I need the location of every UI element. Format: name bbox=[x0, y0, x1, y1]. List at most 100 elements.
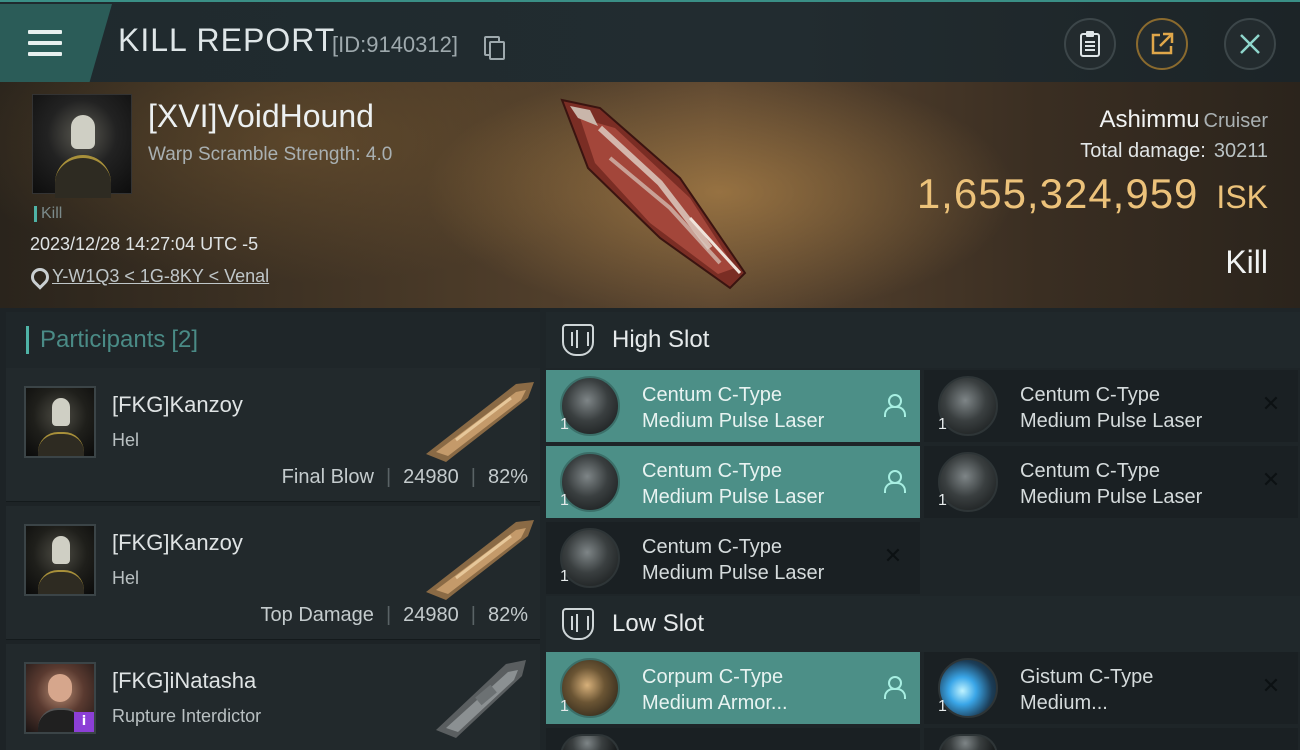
module-name-line1: Corpum C-Type bbox=[642, 666, 784, 688]
header-bar: KILL REPORT [ID:9140312] bbox=[0, 0, 1300, 82]
ship-name: Ashimmu bbox=[1099, 106, 1200, 133]
participant-label: Top Damage bbox=[260, 604, 374, 626]
module-name-line2: Medium Pulse Laser bbox=[1020, 486, 1203, 508]
close-icon bbox=[1240, 34, 1260, 54]
total-damage-label: Total damage: bbox=[1080, 140, 1206, 162]
share-icon bbox=[1151, 32, 1174, 55]
participant-ship-image bbox=[426, 382, 534, 462]
module-card-partial[interactable] bbox=[924, 728, 1298, 750]
module-name: Centum C-Type Medium Pulse Laser bbox=[642, 382, 824, 434]
low-slot-icon bbox=[562, 608, 594, 640]
pilot-icon bbox=[880, 674, 906, 700]
module-card[interactable]: 1 Centum C-Type Medium Pulse Laser bbox=[546, 370, 920, 442]
module-quantity: 1 bbox=[938, 416, 947, 433]
participant-ship: Rupture Interdictor bbox=[112, 706, 262, 726]
module-name-line2: Medium Armor... bbox=[642, 692, 788, 714]
module-name: Centum C-Type Medium Pulse Laser bbox=[642, 534, 824, 586]
armor-module-icon bbox=[560, 658, 620, 718]
module-quantity: 1 bbox=[560, 698, 569, 715]
pulse-laser-icon bbox=[560, 528, 620, 588]
kill-datetime: 2023/12/28 14:27:04 UTC -5 bbox=[30, 234, 259, 254]
participant-avatar[interactable] bbox=[24, 386, 96, 458]
victim-banner: [XVI]VoidHound Warp Scramble Strength: 4… bbox=[0, 82, 1300, 308]
shield-module-icon bbox=[938, 658, 998, 718]
destroyed-icon: ✕ bbox=[1261, 392, 1281, 417]
victim-ship-image[interactable] bbox=[540, 88, 760, 298]
participants-title: Participants bbox=[40, 326, 166, 353]
module-quantity: 1 bbox=[560, 492, 569, 509]
module-name: Centum C-Type Medium Pulse Laser bbox=[1020, 382, 1202, 434]
destroyed-icon: ✕ bbox=[1261, 674, 1281, 699]
module-name-line2: Medium Pulse Laser bbox=[1020, 410, 1203, 432]
module-name-line1: Centum C-Type bbox=[642, 536, 783, 558]
victim-name[interactable]: [XVI]VoidHound bbox=[148, 98, 374, 135]
kill-tag: Kill bbox=[34, 206, 62, 222]
copy-icon[interactable] bbox=[484, 36, 505, 60]
module-name-line2: Medium Pulse Laser bbox=[642, 486, 825, 508]
module-name-line2: Medium... bbox=[1020, 692, 1108, 714]
module-name-line1: Centum C-Type bbox=[1020, 384, 1161, 406]
participant-percent: 82% bbox=[487, 466, 528, 488]
module-name: Centum C-Type Medium Pulse Laser bbox=[642, 458, 824, 510]
participants-panel: Participants [2] [FKG]Kanzoy Hel Final Bl… bbox=[0, 308, 540, 750]
module-name-line2: Medium Pulse Laser bbox=[642, 410, 825, 432]
module-card[interactable]: 1 Centum C-Type Medium Pulse Laser ✕ bbox=[924, 446, 1298, 518]
participant-ship: Hel bbox=[112, 568, 140, 588]
isk-value: 1,655,324,959 ISK bbox=[917, 170, 1268, 218]
module-icon bbox=[938, 734, 998, 750]
module-card[interactable]: 1 Centum C-Type Medium Pulse Laser ✕ bbox=[924, 370, 1298, 442]
destroyed-icon: ✕ bbox=[883, 544, 903, 569]
result-label: Kill bbox=[1225, 244, 1268, 280]
module-name-line1: Centum C-Type bbox=[642, 460, 783, 482]
high-slot-header: High Slot bbox=[546, 312, 1300, 368]
participant-row[interactable]: [FKG]Kanzoy Hel Final Blow | 24980 | 82% bbox=[6, 368, 540, 502]
low-slot-header: Low Slot bbox=[546, 596, 1300, 652]
module-card-partial[interactable] bbox=[546, 728, 920, 750]
module-name: Gistum C-Type Medium... bbox=[1020, 664, 1153, 716]
low-slot-title: Low Slot bbox=[612, 610, 705, 637]
clipboard-button[interactable] bbox=[1064, 18, 1116, 70]
module-name-line1: Centum C-Type bbox=[642, 384, 783, 406]
participant-ship-image bbox=[436, 660, 526, 738]
module-name: Centum C-Type Medium Pulse Laser bbox=[1020, 458, 1202, 510]
participant-damage: 24980 bbox=[403, 604, 459, 626]
location-pin-icon bbox=[30, 268, 44, 286]
high-slot-icon bbox=[562, 324, 594, 356]
module-name: Corpum C-Type Medium Armor... bbox=[642, 664, 788, 716]
module-name-line2: Medium Pulse Laser bbox=[642, 562, 825, 584]
fitting-panel: High Slot 1 Centum C-Type Medium Pulse L… bbox=[540, 308, 1300, 750]
pilot-icon bbox=[880, 468, 906, 494]
participant-row[interactable]: i [FKG]iNatasha Rupture Interdictor bbox=[6, 644, 540, 750]
participants-count: [2] bbox=[171, 326, 199, 353]
total-damage: Total damage: 30211 bbox=[1080, 140, 1268, 163]
module-card[interactable]: 1 Centum C-Type Medium Pulse Laser ✕ bbox=[546, 522, 920, 594]
module-quantity: 1 bbox=[560, 416, 569, 433]
module-card[interactable]: 1 Corpum C-Type Medium Armor... bbox=[546, 652, 920, 724]
participant-stats: Top Damage | 24980 | 82% bbox=[260, 604, 528, 626]
participants-header: Participants [2] bbox=[6, 312, 540, 368]
module-card[interactable]: 1 Gistum C-Type Medium... ✕ bbox=[924, 652, 1298, 724]
module-name-line1: Centum C-Type bbox=[1020, 460, 1161, 482]
module-name-line1: Gistum C-Type bbox=[1020, 666, 1154, 688]
destroyed-icon: ✕ bbox=[1261, 468, 1281, 493]
high-slot-title: High Slot bbox=[612, 326, 710, 353]
victim-subtitle: Warp Scramble Strength: 4.0 bbox=[148, 144, 393, 165]
module-card[interactable]: 1 Centum C-Type Medium Pulse Laser bbox=[546, 446, 920, 518]
info-badge-icon: i bbox=[74, 712, 94, 732]
victim-avatar[interactable] bbox=[32, 94, 132, 198]
pulse-laser-icon bbox=[938, 452, 998, 512]
ship-class: Cruiser bbox=[1203, 110, 1268, 132]
hamburger-menu-icon bbox=[28, 30, 62, 56]
participant-avatar[interactable] bbox=[24, 524, 96, 596]
share-button[interactable] bbox=[1136, 18, 1188, 70]
total-damage-value: 30211 bbox=[1213, 140, 1268, 162]
participant-ship: Hel bbox=[112, 430, 140, 450]
close-button[interactable] bbox=[1224, 18, 1276, 70]
participant-percent: 82% bbox=[487, 604, 528, 626]
clipboard-icon bbox=[1080, 31, 1100, 57]
participant-row[interactable]: [FKG]Kanzoy Hel Top Damage | 24980 | 82% bbox=[6, 506, 540, 640]
menu-button[interactable] bbox=[0, 4, 112, 82]
kill-location[interactable]: Y-W1Q3 < 1G-8KY < Venal bbox=[30, 266, 269, 287]
location-link[interactable]: Y-W1Q3 < 1G-8KY < Venal bbox=[52, 266, 269, 287]
participant-name: [FKG]Kanzoy bbox=[112, 530, 243, 555]
